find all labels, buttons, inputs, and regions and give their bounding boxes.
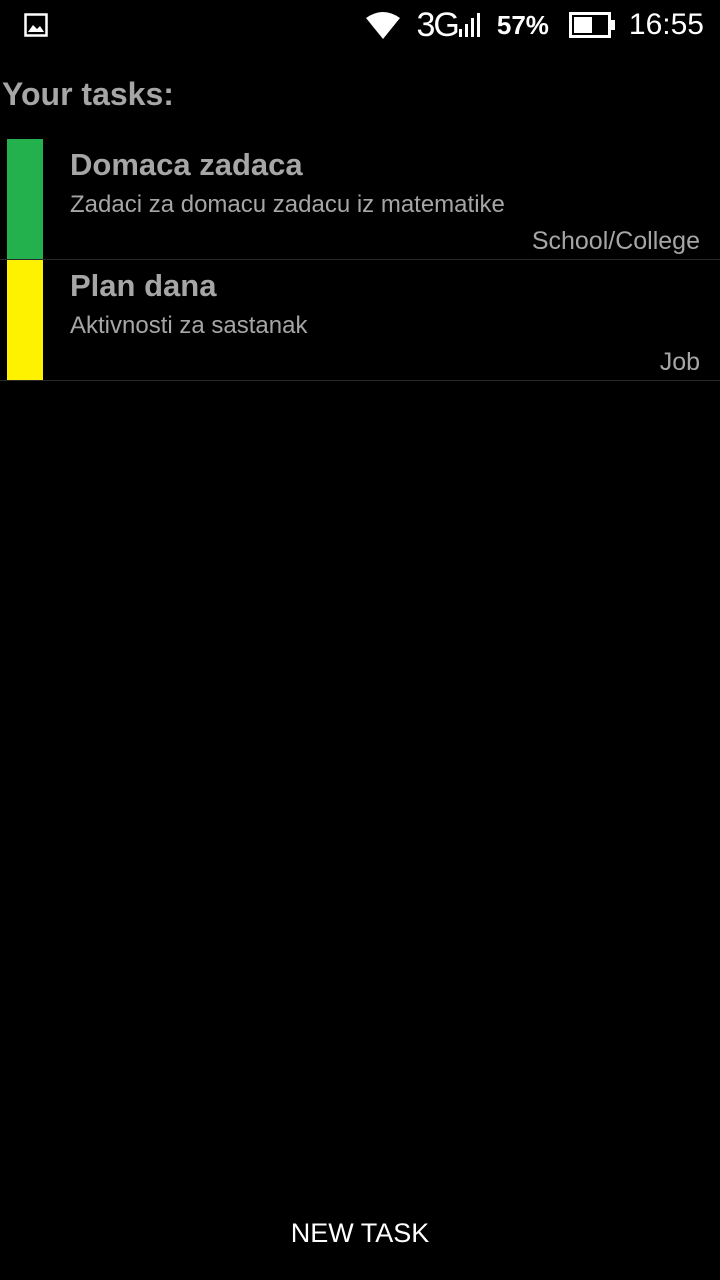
status-bar: 3G 57% 16:55 — [0, 0, 720, 50]
battery-icon — [568, 12, 615, 38]
app-screen: 3G 57% 16:55 Your tasks: Domaca zadaca Z… — [0, 0, 720, 1280]
task-list: Domaca zadaca Zadaci za domacu zadacu iz… — [0, 139, 720, 381]
clock: 16:55 — [628, 8, 704, 41]
task-title: Plan dana — [70, 268, 217, 303]
wifi-icon — [365, 12, 400, 39]
task-color-indicator — [7, 260, 43, 380]
task-description: Aktivnosti za sastanak — [70, 312, 308, 339]
task-category: School/College — [531, 227, 700, 255]
signal-icon — [458, 13, 480, 37]
new-task-button[interactable]: NEW TASK — [240, 1205, 480, 1261]
battery-percent: 57% — [496, 10, 549, 40]
gallery-icon — [24, 13, 48, 37]
task-description: Zadaci za domacu zadacu iz matematike — [70, 191, 505, 218]
task-item[interactable]: Domaca zadaca Zadaci za domacu zadacu iz… — [0, 139, 720, 260]
network-type: 3G — [416, 6, 460, 44]
task-color-indicator — [7, 139, 43, 259]
task-category: Job — [659, 348, 700, 376]
task-item[interactable]: Plan dana Aktivnosti za sastanak Job — [0, 260, 720, 381]
task-title: Domaca zadaca — [70, 147, 303, 182]
page-title: Your tasks: — [2, 76, 174, 112]
status-icons: 3G 57% 16:55 — [365, 0, 704, 50]
